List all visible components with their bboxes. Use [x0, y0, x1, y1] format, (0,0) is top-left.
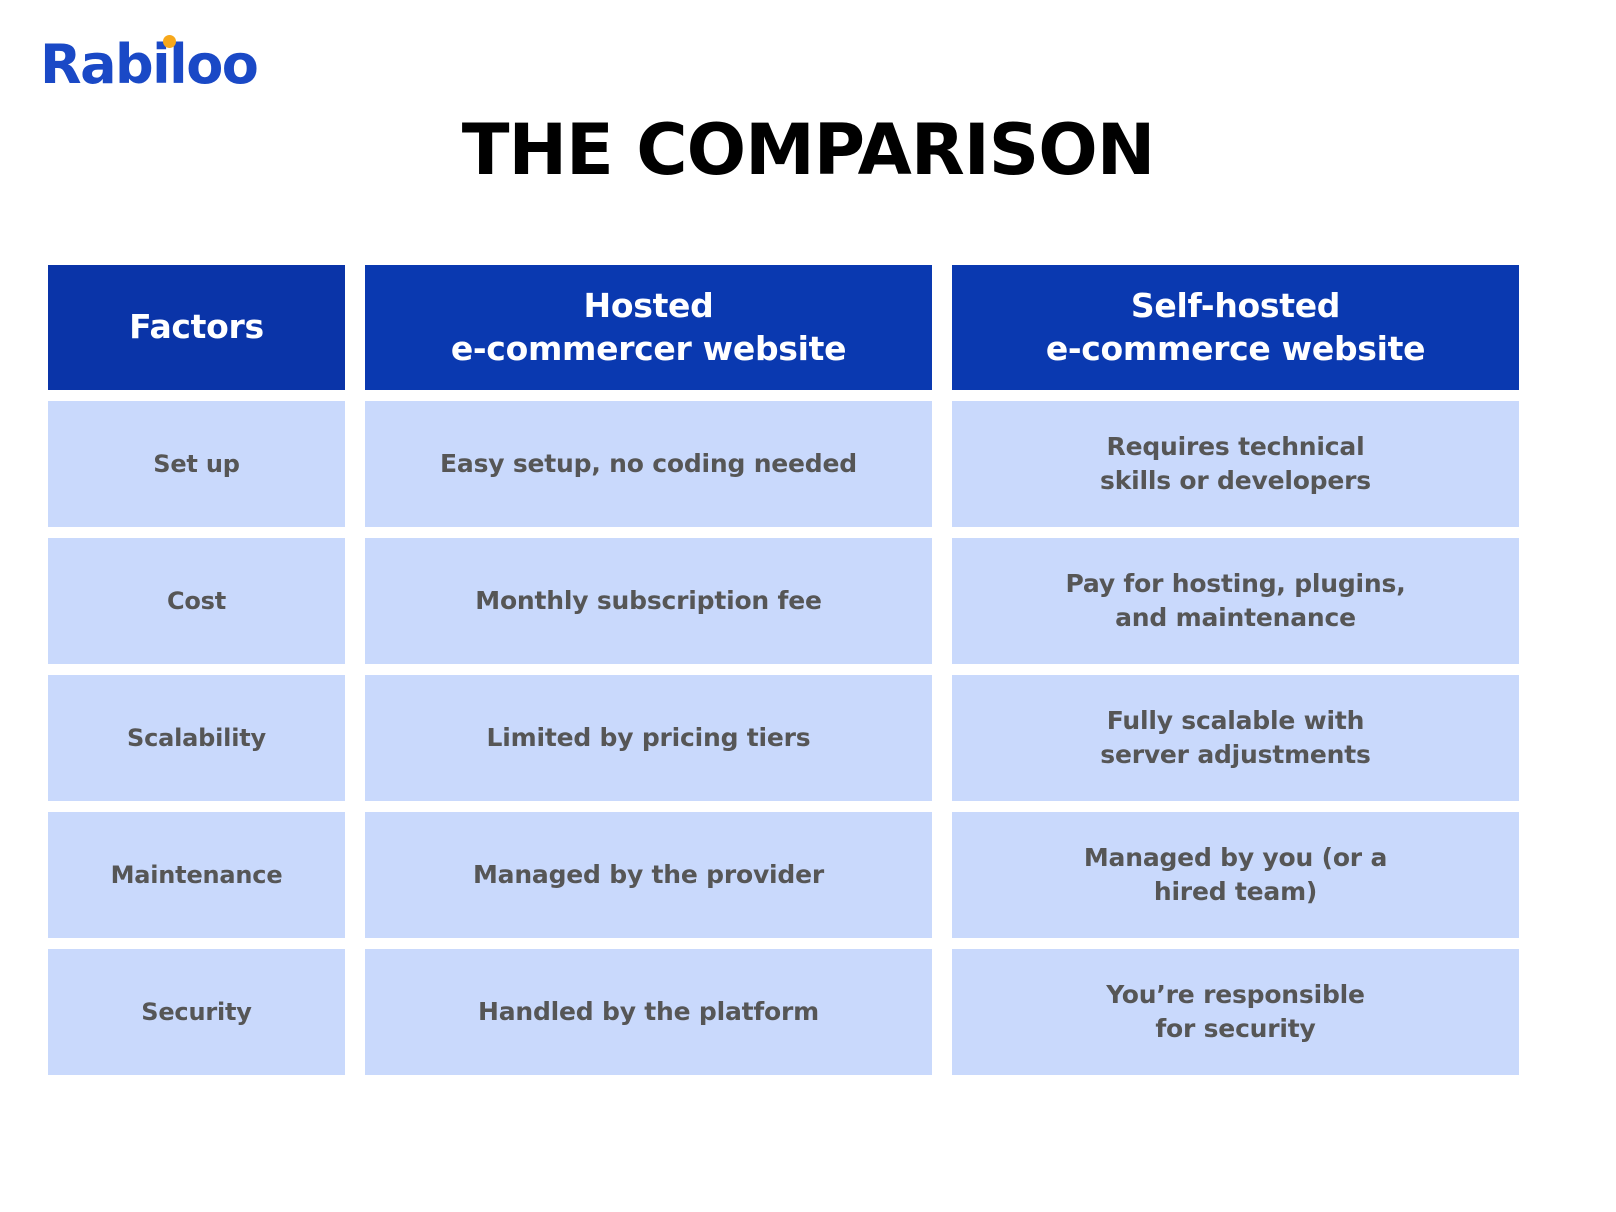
table-cell-hosted: Easy setup, no coding needed — [365, 401, 932, 527]
table-cell-factor-label: Set up — [153, 449, 240, 478]
brand-logo-text: Rabiloo — [40, 33, 259, 96]
table-cell-hosted: Managed by the provider — [365, 812, 932, 938]
table-cell-factor: Set up — [48, 401, 345, 527]
table-header-hosted: Hosted e-commercer website — [365, 265, 932, 390]
table-cell-factor: Scalability — [48, 675, 345, 801]
table-header-self-hosted: Self-hosted e-commerce website — [952, 265, 1519, 390]
table-header-hosted-label: Hosted e-commercer website — [450, 286, 847, 368]
table-cell-hosted: Handled by the platform — [365, 949, 932, 1075]
table-cell-hosted-label: Monthly subscription fee — [475, 586, 822, 616]
table-cell-self-hosted-label: You’re responsible for security — [1106, 980, 1365, 1043]
table-cell-hosted-label: Easy setup, no coding needed — [440, 449, 857, 479]
table-cell-factor-label: Scalability — [127, 723, 266, 752]
table-cell-factor-label: Cost — [166, 586, 227, 615]
comparison-table: Factors Hosted e-commercer website Self-… — [48, 265, 1520, 1075]
table-cell-self-hosted-label: Requires technical skills or developers — [1100, 432, 1371, 495]
page-title: THE COMPARISON — [461, 109, 1156, 191]
table-header-row: Factors Hosted e-commercer website Self-… — [48, 265, 1520, 390]
table-cell-self-hosted: Requires technical skills or developers — [952, 401, 1519, 527]
table-header-self-hosted-label: Self-hosted e-commerce website — [1045, 286, 1426, 368]
brand-logo: Rabiloo — [40, 30, 259, 100]
table-row: Scalability Limited by pricing tiers Ful… — [48, 675, 1520, 801]
table-header-factors-label: Factors — [129, 307, 264, 347]
table-cell-self-hosted-label: Pay for hosting, plugins, and maintenanc… — [1065, 569, 1406, 632]
table-cell-hosted-label: Managed by the provider — [472, 860, 824, 890]
table-cell-factor: Maintenance — [48, 812, 345, 938]
table-cell-hosted: Monthly subscription fee — [365, 538, 932, 664]
table-cell-self-hosted: You’re responsible for security — [952, 949, 1519, 1075]
table-cell-hosted-label: Limited by pricing tiers — [486, 723, 811, 753]
table-cell-factor-label: Security — [141, 997, 252, 1026]
table-cell-self-hosted: Managed by you (or a hired team) — [952, 812, 1519, 938]
table-cell-factor: Security — [48, 949, 345, 1075]
table-row: Security Handled by the platform You’re … — [48, 949, 1520, 1075]
table-cell-factor-label: Maintenance — [110, 860, 283, 889]
brand-logo-dot-icon — [163, 35, 176, 48]
table-row: Maintenance Managed by the provider Mana… — [48, 812, 1520, 938]
table-row: Set up Easy setup, no coding needed Requ… — [48, 401, 1520, 527]
table-cell-factor: Cost — [48, 538, 345, 664]
table-cell-self-hosted: Fully scalable with server adjustments — [952, 675, 1519, 801]
table-cell-self-hosted: Pay for hosting, plugins, and maintenanc… — [952, 538, 1519, 664]
table-header-factors: Factors — [48, 265, 345, 390]
table-cell-hosted-label: Handled by the platform — [477, 997, 820, 1027]
table-cell-self-hosted-label: Fully scalable with server adjustments — [1100, 706, 1371, 769]
table-cell-hosted: Limited by pricing tiers — [365, 675, 932, 801]
table-row: Cost Monthly subscription fee Pay for ho… — [48, 538, 1520, 664]
table-cell-self-hosted-label: Managed by you (or a hired team) — [1083, 843, 1388, 906]
